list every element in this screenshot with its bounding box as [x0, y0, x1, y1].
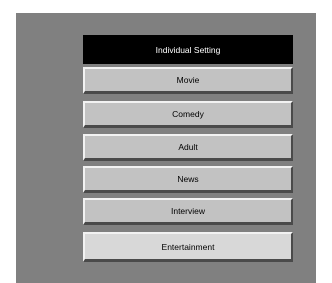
menu-title: Individual Setting [83, 35, 293, 64]
menu-item-comedy[interactable]: Comedy [83, 101, 293, 128]
menu-item-movie[interactable]: Movie [83, 67, 293, 94]
menu-item-entertainment[interactable]: Entertainment [83, 232, 293, 262]
menu-item-interview[interactable]: Interview [83, 198, 293, 225]
menu-item-news[interactable]: News [83, 166, 293, 193]
menu-item-adult[interactable]: Adult [83, 134, 293, 161]
